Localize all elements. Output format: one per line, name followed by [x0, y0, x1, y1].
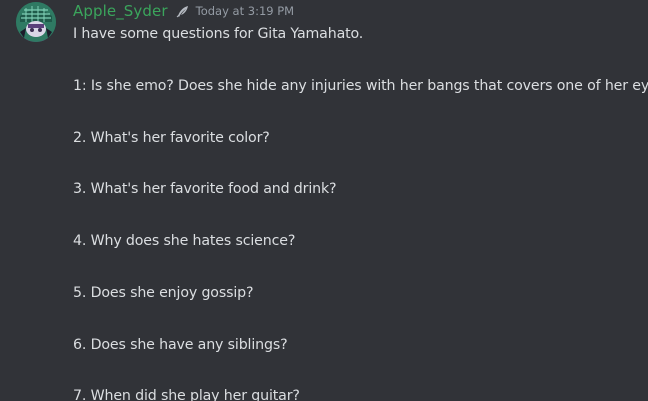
- message-line: 7. When did she play her guitar?: [73, 388, 300, 401]
- message-line: I have some questions for Gita Yamahato.: [73, 26, 364, 42]
- message-line: 2. What's her favorite color?: [73, 129, 270, 146]
- message-body: I have some questions for Gita Yamahato.…: [73, 22, 648, 401]
- message-line: 3. What's her favorite food and drink?: [73, 181, 337, 198]
- message-timestamp[interactable]: Today at 3:19 PM: [196, 4, 294, 18]
- feather-quill-icon[interactable]: [176, 4, 190, 18]
- message-line: 1: Is she emo? Does she hide any injurie…: [73, 77, 648, 94]
- message-header: Apple_Syder Today at 3:19 PM: [73, 0, 648, 22]
- message-content: Apple_Syder Today at 3:19 PM I have some…: [73, 0, 648, 401]
- author-username[interactable]: Apple_Syder: [73, 2, 168, 20]
- message-line: 5. Does she enjoy gossip?: [73, 284, 254, 301]
- user-avatar[interactable]: [16, 2, 56, 42]
- message-line: 4. Why does she hates science?: [73, 233, 296, 250]
- chat-message: Apple_Syder Today at 3:19 PM I have some…: [0, 0, 648, 401]
- avatar-image: [16, 2, 56, 42]
- message-line: 6. Does she have any siblings?: [73, 336, 288, 353]
